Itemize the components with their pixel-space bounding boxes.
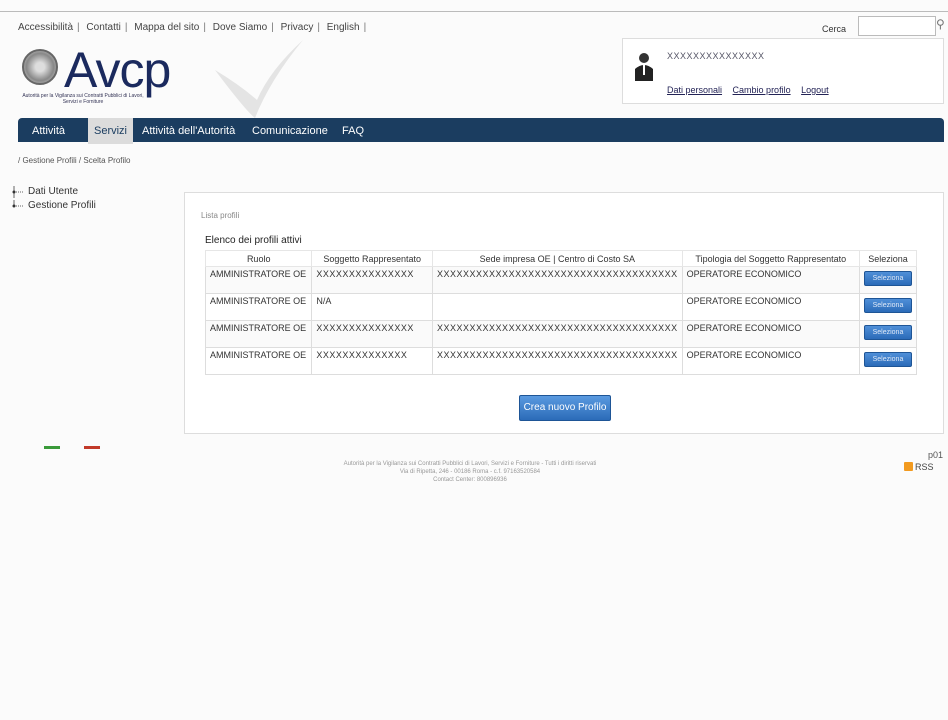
profiles-table: Ruolo Soggetto Rappresentato Sede impres…	[204, 250, 918, 375]
cell-ruolo: AMMINISTRATORE OE	[204, 347, 313, 375]
separator: |	[203, 22, 206, 33]
search-label: Cerca	[822, 24, 847, 34]
seleziona-button[interactable]: Seleziona	[863, 325, 912, 340]
link-dove-siamo[interactable]: Dove Siamo	[213, 22, 267, 33]
separator: |	[77, 22, 80, 33]
top-border	[0, 0, 948, 12]
cell-ruolo: AMMINISTRATORE OE	[204, 266, 313, 294]
rss-link[interactable]: RSS	[904, 462, 934, 472]
nav-servizi[interactable]: Servizi	[88, 118, 134, 144]
nav-attivita[interactable]: Attività	[32, 125, 65, 137]
panel-title: Elenco dei profili attivi	[205, 235, 302, 246]
seleziona-button[interactable]: Seleziona	[863, 271, 912, 286]
rss-label: RSS	[915, 462, 934, 472]
footer-line: Autorità per la Vigilanza sui Contratti …	[343, 461, 597, 467]
tree-node-icon	[12, 186, 23, 198]
page-code: p01	[928, 450, 944, 460]
nav-comunicazione[interactable]: Comunicazione	[252, 125, 328, 137]
cell-sede	[432, 293, 683, 321]
cell-ruolo: AMMINISTRATORE OE	[204, 320, 313, 348]
logout-link[interactable]: Logout	[801, 85, 829, 95]
cell-seleziona: Seleziona	[858, 347, 918, 375]
nav-faq[interactable]: FAQ	[342, 125, 364, 137]
sidebar-item-label: Dati Utente	[28, 186, 79, 197]
cell-sede: XXXXXXXXXXXXXXXXXXXXXXXXXXXXXXXXXXXXX	[432, 347, 683, 375]
sidebar: Dati Utente Gestione Profili	[12, 186, 162, 214]
cell-tipologia: OPERATORE ECONOMICO	[681, 347, 860, 375]
cell-soggetto: XXXXXXXXXXXXXXX	[311, 320, 434, 348]
cell-soggetto: XXXXXXXXXXXXXXX	[311, 266, 434, 294]
cell-sede: XXXXXXXXXXXXXXXXXXXXXXXXXXXXXXXXXXXXX	[432, 266, 683, 294]
table-row: AMMINISTRATORE OE XXXXXXXXXXXXXX XXXXXXX…	[204, 347, 918, 375]
logo-text: Avcp	[64, 42, 171, 98]
rss-icon	[904, 462, 913, 471]
swoosh-graphic	[215, 40, 303, 118]
user-avatar-icon	[635, 53, 653, 81]
column-header: Seleziona	[858, 250, 918, 267]
user-box: XXXXXXXXXXXXXXX Dati personali Cambio pr…	[622, 38, 944, 104]
sidebar-item-dati-utente[interactable]: Dati Utente	[12, 186, 162, 200]
separator: |	[317, 22, 320, 33]
user-links: Dati personali Cambio profilo Logout	[667, 85, 837, 95]
flag-green-stripe	[44, 446, 60, 449]
table-row: AMMINISTRATORE OE N/A OPERATORE ECONOMIC…	[204, 293, 918, 321]
logo-subtitle: Autorità per la Vigilanza sui Contratti …	[22, 93, 144, 105]
crea-nuovo-profilo-button[interactable]: Crea nuovo Profilo	[519, 395, 611, 421]
cell-seleziona: Seleziona	[858, 320, 918, 348]
cell-tipologia: OPERATORE ECONOMICO	[681, 293, 860, 321]
cell-ruolo: AMMINISTRATORE OE	[204, 293, 313, 321]
separator: |	[271, 22, 274, 33]
sidebar-item-gestione-profili[interactable]: Gestione Profili	[12, 200, 162, 214]
column-header: Tipologia del Soggetto Rappresentato	[681, 250, 860, 267]
column-header: Ruolo	[204, 250, 313, 267]
cell-soggetto: N/A	[311, 293, 434, 321]
seleziona-button[interactable]: Seleziona	[863, 352, 912, 367]
dati-personali-link[interactable]: Dati personali	[667, 85, 722, 95]
table-row: AMMINISTRATORE OE XXXXXXXXXXXXXXX XXXXXX…	[204, 266, 918, 294]
footer-text: Autorità per la Vigilanza sui Contratti …	[300, 460, 640, 484]
avcp-logo[interactable]: Avcp Autorità per la Vigilanza sui Contr…	[18, 42, 218, 111]
cell-soggetto: XXXXXXXXXXXXXX	[311, 347, 434, 375]
breadcrumb: / Gestione Profili / Scelta Profilo	[18, 156, 131, 165]
table-row: AMMINISTRATORE OE XXXXXXXXXXXXXXX XXXXXX…	[204, 320, 918, 348]
table-header-row: Ruolo Soggetto Rappresentato Sede impres…	[204, 250, 918, 267]
nav-attivita-autorita[interactable]: Attività dell'Autorità	[142, 125, 235, 137]
cell-sede: XXXXXXXXXXXXXXXXXXXXXXXXXXXXXXXXXXXXX	[432, 320, 683, 348]
link-privacy[interactable]: Privacy	[281, 22, 314, 33]
user-name: XXXXXXXXXXXXXXX	[667, 51, 765, 61]
seleziona-button[interactable]: Seleziona	[863, 298, 912, 313]
tree-node-icon	[12, 200, 23, 208]
search-icon[interactable]: ⚲	[936, 17, 948, 33]
cell-tipologia: OPERATORE ECONOMICO	[681, 266, 860, 294]
panel-legend: Lista profili	[201, 211, 240, 220]
search-input[interactable]	[858, 16, 936, 36]
profiles-panel: Lista profili Elenco dei profili attivi …	[184, 192, 944, 434]
separator: |	[363, 22, 367, 33]
link-english[interactable]: English	[327, 22, 360, 33]
column-header: Soggetto Rappresentato	[311, 250, 434, 267]
link-contatti[interactable]: Contatti	[86, 22, 120, 33]
cambio-profilo-link[interactable]: Cambio profilo	[733, 85, 791, 95]
footer-line: Via di Ripetta, 246 - 00186 Roma - c.f. …	[399, 469, 541, 475]
link-accessibilita[interactable]: Accessibilità	[18, 22, 73, 33]
emblem-icon	[22, 49, 58, 85]
cell-seleziona: Seleziona	[858, 266, 918, 294]
footer-line: Contact Center: 800896936	[433, 477, 507, 483]
main-nav: Attività Servizi Attività dell'Autorità …	[18, 118, 944, 144]
column-header: Sede impresa OE | Centro di Costo SA	[432, 250, 683, 267]
top-links: Accessibilità | Contatti | Mappa del sito |…	[18, 22, 370, 33]
cell-seleziona: Seleziona	[858, 293, 918, 321]
link-mappa-sito[interactable]: Mappa del sito	[134, 22, 199, 33]
separator: |	[124, 22, 128, 33]
cell-tipologia: OPERATORE ECONOMICO	[681, 320, 860, 348]
flag-red-stripe	[84, 446, 100, 449]
sidebar-item-label: Gestione Profili	[28, 200, 96, 211]
